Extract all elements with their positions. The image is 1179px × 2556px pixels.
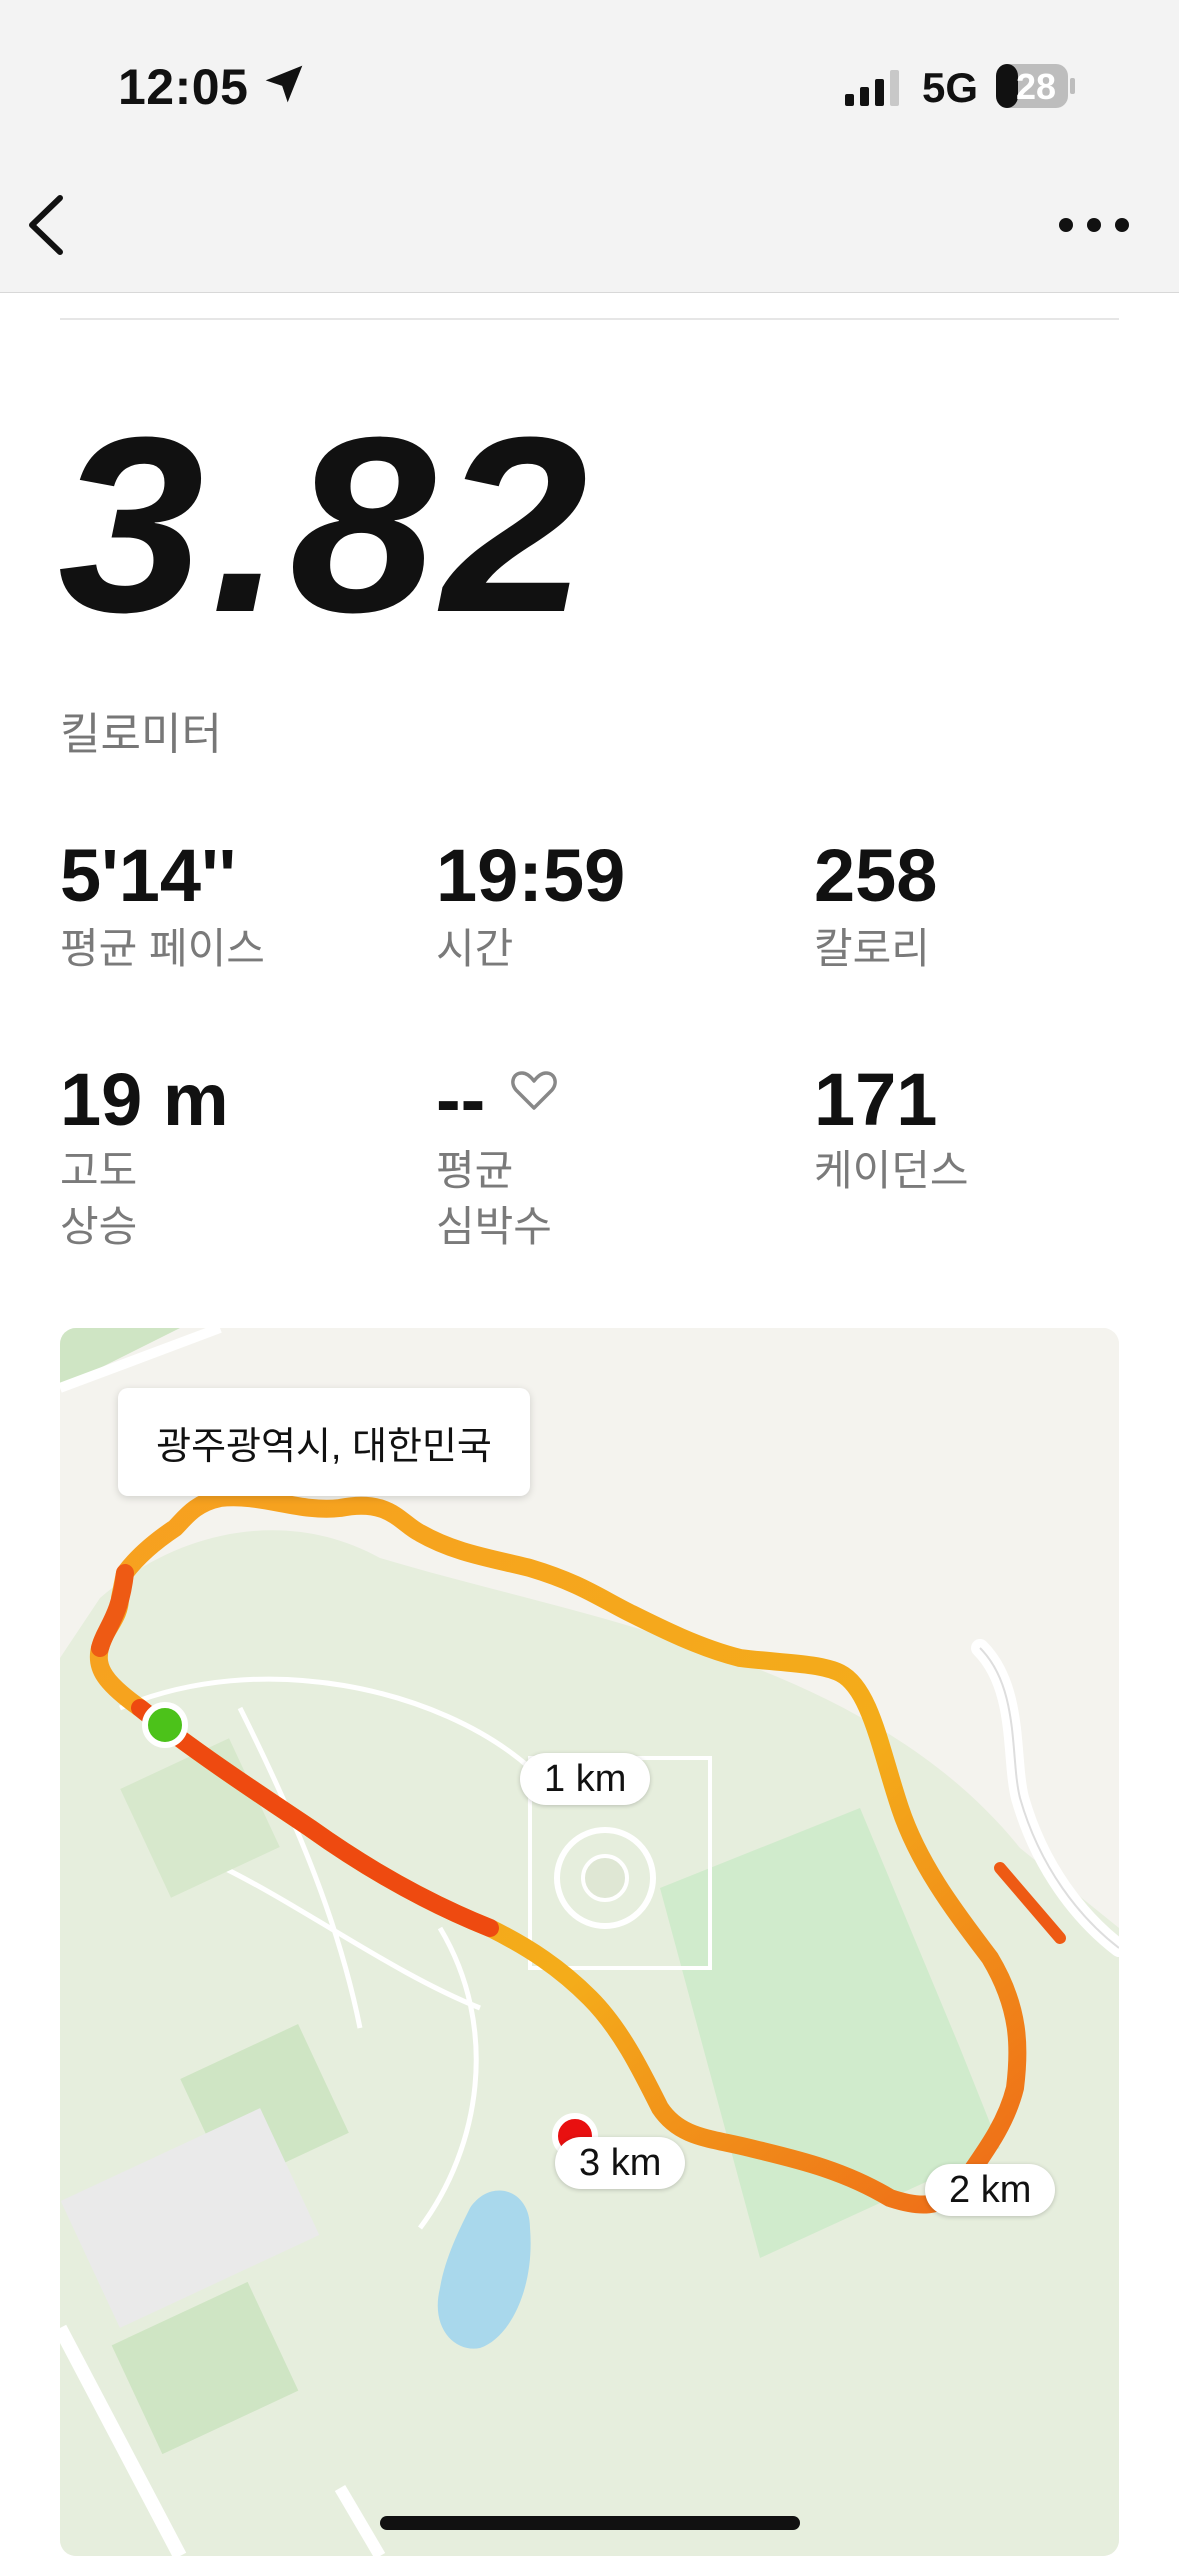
elevation-label-line2: 상승 <box>60 1203 138 1250</box>
location-label: 광주광역시, 대한민국 <box>118 1388 530 1496</box>
heart-rate-value: -- <box>436 1058 486 1141</box>
time-value: 19:59 <box>436 834 626 917</box>
elevation-label-line1: 고도 <box>60 1147 138 1194</box>
section-divider <box>60 318 1119 320</box>
distance-value: 3.82 <box>58 385 595 664</box>
time-label: 시간 <box>436 925 514 972</box>
cadence-value: 171 <box>814 1058 938 1141</box>
more-options-icon[interactable] <box>1054 205 1134 245</box>
km-marker-1: 1 km <box>520 1753 651 1805</box>
cadence-label: 케이던스 <box>814 1147 969 1194</box>
km-marker-2: 2 km <box>925 2164 1056 2216</box>
avg-pace-value: 5'14'' <box>60 834 237 917</box>
location-arrow-icon <box>265 65 303 103</box>
home-indicator[interactable] <box>380 2516 800 2530</box>
heart-icon <box>511 1071 557 1110</box>
nav-bar <box>0 170 1179 293</box>
calories-label: 칼로리 <box>814 925 930 972</box>
start-marker-icon <box>142 1702 188 1748</box>
network-type: 5G <box>922 64 979 111</box>
elevation-value: 19 m <box>60 1058 229 1141</box>
cellular-signal-icon <box>845 70 899 106</box>
distance-unit: 킬로미터 <box>60 710 222 759</box>
calories-value: 258 <box>814 834 938 917</box>
status-time: 12:05 <box>118 59 249 115</box>
heart-rate-label-line1: 평균 <box>436 1147 514 1194</box>
heart-rate-label-line2: 심박수 <box>436 1203 552 1250</box>
route-map[interactable] <box>60 1328 1119 2556</box>
back-chevron-icon[interactable] <box>22 190 72 260</box>
avg-pace-label: 평균 페이스 <box>60 925 265 972</box>
km-marker-3: 3 km <box>555 2137 686 2189</box>
battery-level: 28 <box>1016 66 1057 107</box>
battery-icon: 28 <box>996 64 1076 108</box>
